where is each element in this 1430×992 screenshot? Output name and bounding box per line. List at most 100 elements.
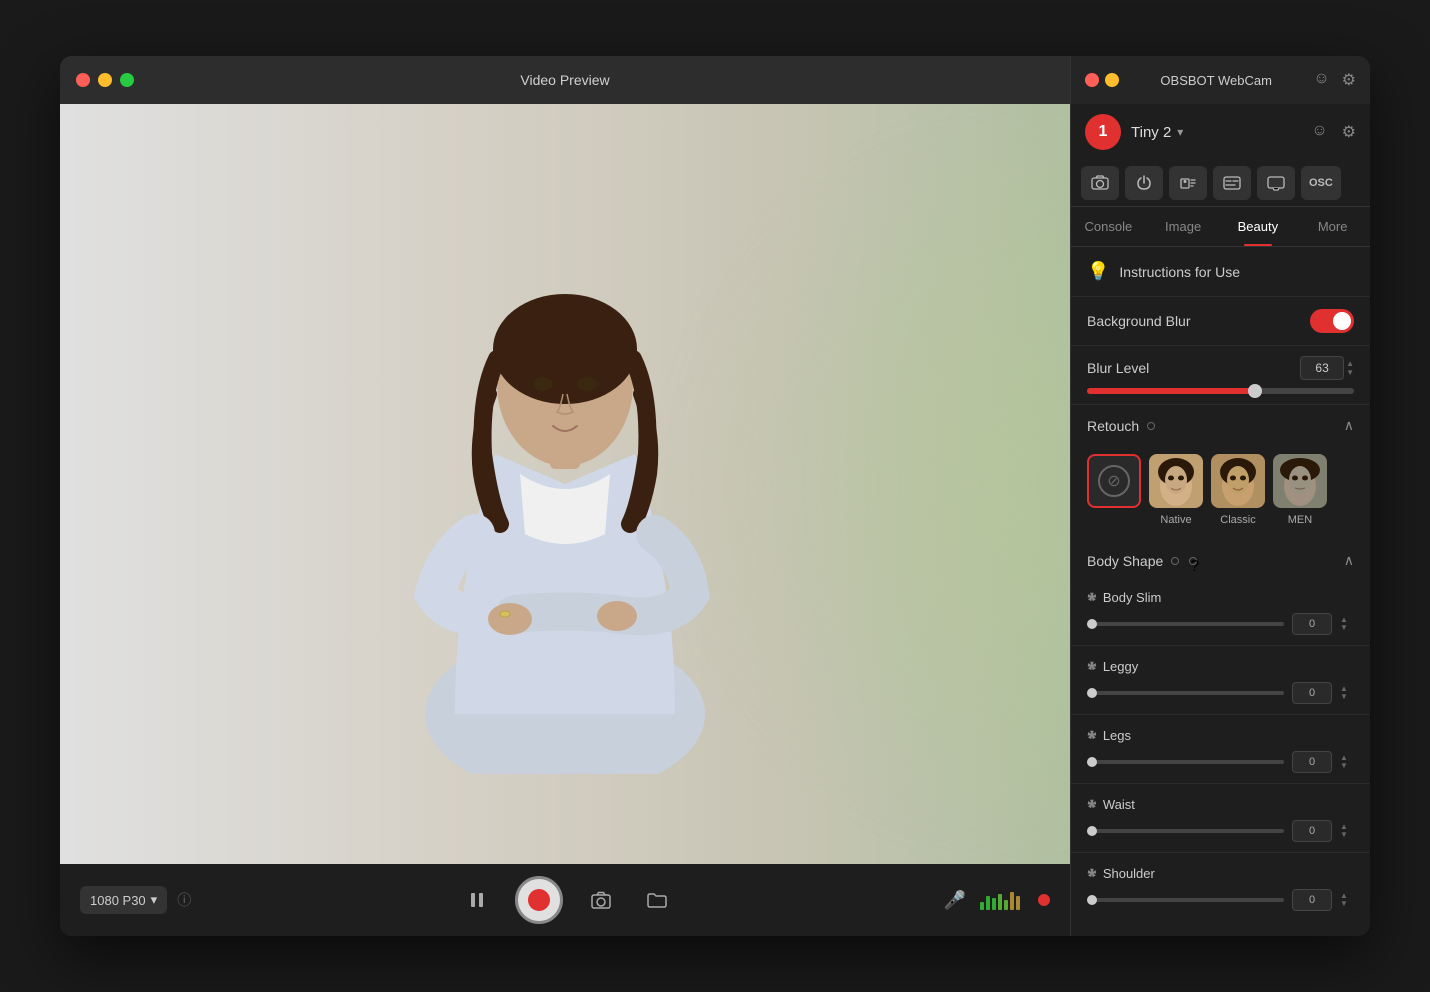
blur-level-value[interactable]: 63 — [1300, 356, 1344, 380]
tab-console[interactable]: Console — [1071, 207, 1146, 246]
body-slim-icon: 🞴 — [1087, 587, 1097, 608]
retouch-header[interactable]: Retouch ∧ — [1071, 405, 1370, 446]
preset-men-label: MEN — [1288, 514, 1312, 526]
leggy-value[interactable]: 0 — [1292, 682, 1332, 704]
blur-level-row: Blur Level 63 ▲ ▼ — [1071, 346, 1370, 405]
audio-bar — [1016, 896, 1020, 910]
shoulder-dec[interactable]: ▼ — [1340, 900, 1354, 908]
video-titlebar: Video Preview — [60, 56, 1070, 104]
waist-label-row: 🞴 Waist — [1087, 794, 1354, 815]
leggy-icon: 🞴 — [1087, 656, 1097, 677]
video-panel: Video Preview — [60, 56, 1070, 936]
caption-toolbar-btn[interactable] — [1213, 166, 1251, 200]
camera-toolbar-btn[interactable] — [1081, 166, 1119, 200]
pause-button[interactable] — [459, 882, 495, 918]
retouch-presets-row: ⊘ — [1071, 446, 1370, 540]
settings-icon[interactable]: ⚙ — [1342, 70, 1356, 90]
tab-image[interactable]: Image — [1146, 207, 1221, 246]
folder-button[interactable] — [639, 882, 675, 918]
power-toolbar-btn[interactable] — [1125, 166, 1163, 200]
shoulder-track: 0 ▲ ▼ — [1087, 889, 1354, 911]
retouch-section: Retouch ∧ ⊘ — [1071, 405, 1370, 540]
maximize-button[interactable] — [120, 73, 134, 87]
blur-level-fill — [1087, 388, 1255, 394]
background-blur-toggle[interactable] — [1310, 309, 1354, 333]
osc-toolbar-btn[interactable]: OSC — [1301, 166, 1341, 200]
waist-row: 🞴 Waist 0 ▲ ▼ — [1071, 788, 1370, 848]
retouch-label-group: Retouch — [1087, 418, 1155, 434]
right-traffic-lights — [1085, 73, 1119, 87]
controls-right: 🎤 — [944, 890, 1050, 911]
shoulder-slider[interactable] — [1087, 898, 1284, 902]
blur-decrement-btn[interactable]: ▼ — [1346, 369, 1354, 377]
waist-stepper: ▲ ▼ — [1340, 823, 1354, 839]
background-blur-label: Background Blur — [1087, 313, 1191, 329]
smiley-icon[interactable]: ☺ — [1313, 70, 1329, 90]
minimize-button[interactable] — [98, 73, 112, 87]
body-slim-thumb[interactable] — [1087, 619, 1097, 629]
body-slim-track: 0 ▲ ▼ — [1087, 613, 1354, 635]
waist-thumb[interactable] — [1087, 826, 1097, 836]
device-badge: 1 — [1085, 114, 1121, 150]
body-slim-value[interactable]: 0 — [1292, 613, 1332, 635]
leggy-stepper: ▲ ▼ — [1340, 685, 1354, 701]
shoulder-thumb[interactable] — [1087, 895, 1097, 905]
tab-more[interactable]: More — [1295, 207, 1370, 246]
blur-level-thumb[interactable] — [1248, 384, 1262, 398]
audio-bar — [980, 902, 984, 910]
resolution-select[interactable]: 1080 P30 ▾ — [80, 886, 167, 914]
right-panel: OBSBOT WebCam ☺ ⚙ 1 Tiny 2 ▾ ☺ ⚙ — [1070, 56, 1370, 936]
record-button[interactable] — [515, 876, 563, 924]
waist-track: 0 ▲ ▼ — [1087, 820, 1354, 842]
waist-slider[interactable] — [1087, 829, 1284, 833]
right-close-button[interactable] — [1085, 73, 1099, 87]
device-smiley-icon[interactable]: ☺ — [1311, 122, 1327, 142]
video-content — [60, 104, 1070, 864]
bulb-icon: 💡 — [1087, 261, 1109, 282]
preset-classic[interactable]: Classic — [1211, 454, 1265, 526]
device-settings-icon[interactable]: ⚙ — [1342, 122, 1356, 142]
body-slim-slider[interactable] — [1087, 622, 1284, 626]
title-icons: ☺ ⚙ — [1313, 70, 1356, 90]
body-separator-4 — [1071, 852, 1370, 853]
shoulder-value[interactable]: 0 — [1292, 889, 1332, 911]
legs-value[interactable]: 0 — [1292, 751, 1332, 773]
legs-label-row: 🞴 Legs — [1087, 725, 1354, 746]
close-button[interactable] — [76, 73, 90, 87]
tab-beauty[interactable]: Beauty — [1221, 207, 1296, 246]
blur-increment-btn[interactable]: ▲ — [1346, 360, 1354, 368]
tabs-row: Console Image Beauty More — [1071, 207, 1370, 247]
microphone-icon[interactable]: 🎤 — [944, 890, 966, 911]
body-shape-collapse-icon: ∧ — [1344, 552, 1354, 569]
preset-none-thumb: ⊘ — [1087, 454, 1141, 508]
blur-level-slider[interactable] — [1087, 388, 1354, 394]
device-icons: ☺ ⚙ — [1311, 122, 1356, 142]
leggy-track: 0 ▲ ▼ — [1087, 682, 1354, 704]
body-slim-label-row: 🞴 Body Slim — [1087, 587, 1354, 608]
right-minimize-button[interactable] — [1105, 73, 1119, 87]
leggy-thumb[interactable] — [1087, 688, 1097, 698]
preset-native[interactable]: Native — [1149, 454, 1203, 526]
resolution-info-icon[interactable]: ⓘ — [177, 890, 191, 910]
shoulder-row: 🞴 Shoulder 0 ▲ ▼ — [1071, 857, 1370, 917]
legs-thumb[interactable] — [1087, 757, 1097, 767]
blur-stepper: ▲ ▼ — [1346, 360, 1354, 377]
leggy-slider[interactable] — [1087, 691, 1284, 695]
leggy-dec[interactable]: ▼ — [1340, 693, 1354, 701]
body-slim-dec[interactable]: ▼ — [1340, 624, 1354, 632]
display-toolbar-btn[interactable] — [1257, 166, 1295, 200]
preset-men[interactable]: MEN — [1273, 454, 1327, 526]
waist-value[interactable]: 0 — [1292, 820, 1332, 842]
retouch-status-indicator — [1147, 422, 1155, 430]
app-title: OBSBOT WebCam — [1160, 73, 1272, 88]
audio-bar — [992, 898, 996, 910]
tracking-toolbar-btn[interactable] — [1169, 166, 1207, 200]
audio-bar — [998, 894, 1002, 910]
body-shape-header[interactable]: Body Shape ? ∧ — [1071, 540, 1370, 581]
preset-none[interactable]: ⊘ — [1087, 454, 1141, 526]
waist-dec[interactable]: ▼ — [1340, 831, 1354, 839]
screenshot-button[interactable] — [583, 882, 619, 918]
legs-dec[interactable]: ▼ — [1340, 762, 1354, 770]
legs-slider[interactable] — [1087, 760, 1284, 764]
device-name[interactable]: Tiny 2 ▾ — [1131, 124, 1183, 141]
